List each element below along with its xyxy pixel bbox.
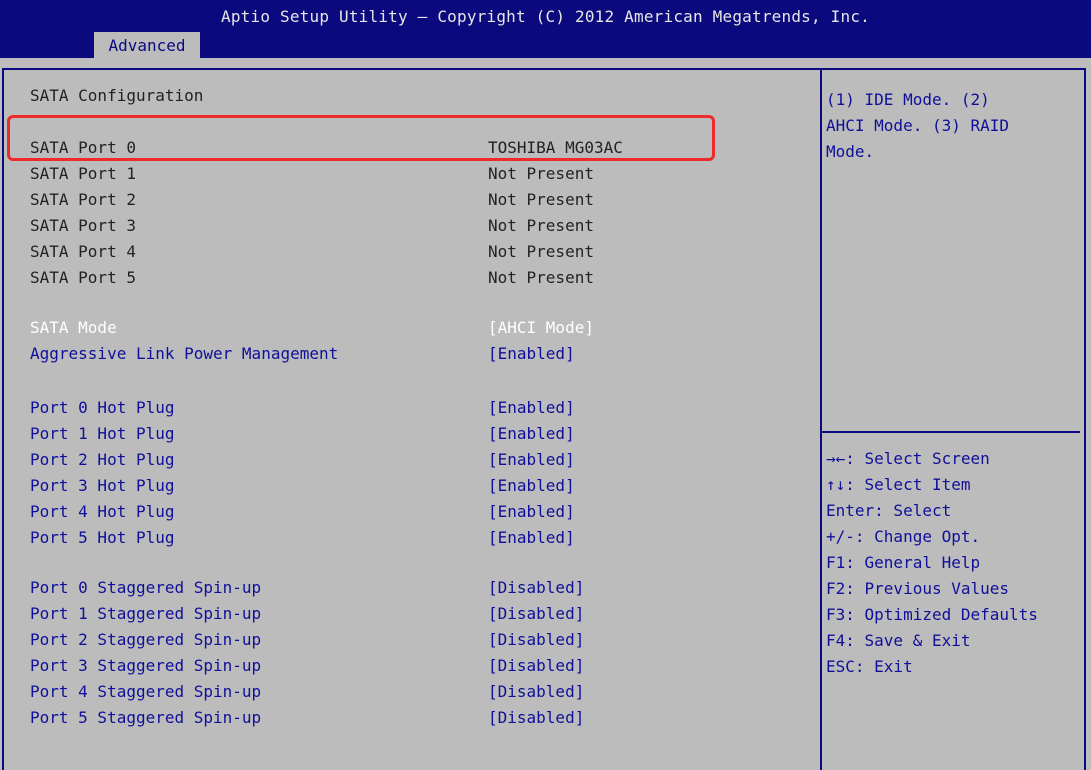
setting-hot-plug[interactable]: Port 5 Hot Plug [Enabled] bbox=[30, 527, 800, 549]
setting-value[interactable]: [Disabled] bbox=[488, 655, 584, 677]
sata-port-row: SATA Port 3 Not Present bbox=[30, 215, 800, 237]
setting-value[interactable]: [Disabled] bbox=[488, 577, 584, 599]
sata-port-row: SATA Port 1 Not Present bbox=[30, 163, 800, 185]
key-help-item: ESC: Exit bbox=[826, 657, 913, 676]
setting-value[interactable]: [Disabled] bbox=[488, 629, 584, 651]
setting-hot-plug[interactable]: Port 1 Hot Plug [Enabled] bbox=[30, 423, 800, 445]
sata-port-row: SATA Port 5 Not Present bbox=[30, 267, 800, 289]
setting-value[interactable]: [Disabled] bbox=[488, 603, 584, 625]
sata-port-label: SATA Port 2 bbox=[30, 190, 136, 209]
key-help-item: ↑↓: Select Item bbox=[826, 475, 971, 494]
key-help-item: →←: Select Screen bbox=[826, 449, 990, 468]
setting-value[interactable]: [Enabled] bbox=[488, 343, 575, 365]
key-help-item: F3: Optimized Defaults bbox=[826, 605, 1038, 624]
sata-port-value: Not Present bbox=[488, 242, 594, 261]
tab-advanced[interactable]: Advanced bbox=[94, 32, 200, 58]
setting-value[interactable]: [AHCI Mode] bbox=[488, 317, 594, 339]
sata-port-value: Not Present bbox=[488, 190, 594, 209]
sata-port-row: SATA Port 2 Not Present bbox=[30, 189, 800, 211]
setting-value[interactable]: [Enabled] bbox=[488, 397, 575, 419]
setting-label: Port 3 Staggered Spin-up bbox=[30, 656, 262, 675]
setting-label: Port 2 Staggered Spin-up bbox=[30, 630, 262, 649]
sata-port-label: SATA Port 3 bbox=[30, 216, 136, 235]
sata-port-value: Not Present bbox=[488, 164, 594, 183]
key-help-item: F2: Previous Values bbox=[826, 579, 1010, 598]
annotation-highlight-box bbox=[7, 115, 715, 161]
key-help-item: Enter: Select bbox=[826, 501, 952, 520]
setting-label: Aggressive Link Power Management bbox=[30, 344, 339, 363]
setting-spin-up[interactable]: Port 1 Staggered Spin-up [Disabled] bbox=[30, 603, 800, 625]
setting-value[interactable]: [Enabled] bbox=[488, 449, 575, 471]
sata-port-label: SATA Port 1 bbox=[30, 164, 136, 183]
setting-spin-up[interactable]: Port 0 Staggered Spin-up [Disabled] bbox=[30, 577, 800, 599]
setting-label: Port 3 Hot Plug bbox=[30, 476, 175, 495]
key-help-list: →←: Select Screen ↑↓: Select Item Enter:… bbox=[826, 446, 1081, 680]
sata-port-row: SATA Port 4 Not Present bbox=[30, 241, 800, 263]
setting-sata-mode[interactable]: SATA Mode [AHCI Mode] bbox=[30, 317, 800, 339]
key-help-item: +/-: Change Opt. bbox=[826, 527, 981, 546]
setting-value[interactable]: [Enabled] bbox=[488, 527, 575, 549]
sata-port-label: SATA Port 5 bbox=[30, 268, 136, 287]
sata-port-value: Not Present bbox=[488, 216, 594, 235]
setting-spin-up[interactable]: Port 4 Staggered Spin-up [Disabled] bbox=[30, 681, 800, 703]
panel-divider bbox=[820, 68, 822, 770]
setting-value[interactable]: [Disabled] bbox=[488, 707, 584, 729]
section-title: SATA Configuration bbox=[30, 86, 204, 105]
setting-hot-plug[interactable]: Port 3 Hot Plug [Enabled] bbox=[30, 475, 800, 497]
sata-port-value: Not Present bbox=[488, 268, 594, 287]
header-title: Aptio Setup Utility – Copyright (C) 2012… bbox=[221, 7, 870, 26]
setting-value[interactable]: [Enabled] bbox=[488, 475, 575, 497]
help-divider bbox=[822, 431, 1080, 433]
setting-label: Port 5 Hot Plug bbox=[30, 528, 175, 547]
sata-port-label: SATA Port 4 bbox=[30, 242, 136, 261]
setting-spin-up[interactable]: Port 5 Staggered Spin-up [Disabled] bbox=[30, 707, 800, 729]
setting-hot-plug[interactable]: Port 2 Hot Plug [Enabled] bbox=[30, 449, 800, 471]
setting-label: Port 1 Hot Plug bbox=[30, 424, 175, 443]
setting-value[interactable]: [Enabled] bbox=[488, 423, 575, 445]
setting-label: Port 5 Staggered Spin-up bbox=[30, 708, 262, 727]
key-help-item: F4: Save & Exit bbox=[826, 631, 971, 650]
setting-label: Port 1 Staggered Spin-up bbox=[30, 604, 262, 623]
setting-value[interactable]: [Disabled] bbox=[488, 681, 584, 703]
setting-label: Port 0 Hot Plug bbox=[30, 398, 175, 417]
setting-label: SATA Mode bbox=[30, 318, 117, 337]
setting-value[interactable]: [Enabled] bbox=[488, 501, 575, 523]
header-bar: Aptio Setup Utility – Copyright (C) 2012… bbox=[0, 0, 1091, 58]
setting-label: Port 4 Staggered Spin-up bbox=[30, 682, 262, 701]
item-help-text: (1) IDE Mode. (2) AHCI Mode. (3) RAID Mo… bbox=[826, 90, 1010, 161]
key-help-item: F1: General Help bbox=[826, 553, 981, 572]
setting-hot-plug[interactable]: Port 4 Hot Plug [Enabled] bbox=[30, 501, 800, 523]
setting-label: Port 0 Staggered Spin-up bbox=[30, 578, 262, 597]
setting-hot-plug[interactable]: Port 0 Hot Plug [Enabled] bbox=[30, 397, 800, 419]
setting-spin-up[interactable]: Port 2 Staggered Spin-up [Disabled] bbox=[30, 629, 800, 651]
setting-label: Port 2 Hot Plug bbox=[30, 450, 175, 469]
setting-spin-up[interactable]: Port 3 Staggered Spin-up [Disabled] bbox=[30, 655, 800, 677]
setting-label: Port 4 Hot Plug bbox=[30, 502, 175, 521]
setting-alpm[interactable]: Aggressive Link Power Management [Enable… bbox=[30, 343, 800, 365]
